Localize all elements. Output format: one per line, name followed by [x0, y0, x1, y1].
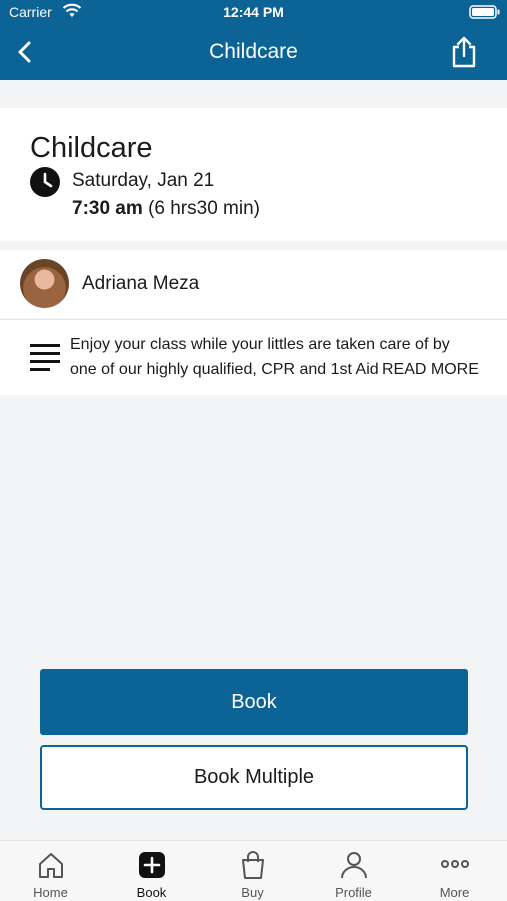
book-button[interactable]: Book — [40, 669, 468, 735]
tab-home-label: Home — [33, 885, 68, 900]
shopping-bag-icon — [242, 851, 264, 879]
instructor-name: Adriana Meza — [82, 273, 200, 294]
event-card: Childcare Saturday, Jan 21 7:30 am (6 hr… — [0, 108, 507, 241]
more-dots-icon — [441, 860, 469, 868]
instructor-row[interactable]: Adriana Meza — [0, 250, 507, 318]
tab-book[interactable]: Book — [101, 841, 202, 901]
read-more-link[interactable]: READ MORE — [380, 357, 479, 382]
event-date: Saturday, Jan 21 — [72, 170, 215, 191]
event-start-time: 7:30 am — [72, 198, 143, 219]
nav-bar: Childcare — [0, 24, 507, 80]
tab-book-label: Book — [136, 885, 167, 900]
avatar — [20, 259, 69, 308]
tab-home[interactable]: Home — [0, 841, 101, 901]
status-bar: Carrier 12:44 PM — [0, 0, 507, 24]
tab-more[interactable]: More — [404, 841, 505, 901]
share-icon[interactable] — [449, 36, 479, 68]
nav-title: Childcare — [209, 40, 298, 63]
event-title: Childcare — [30, 132, 153, 164]
clock-icon — [30, 167, 60, 197]
description-lines-icon — [30, 344, 60, 371]
event-duration: (6 hrs30 min) — [148, 198, 260, 219]
clock-time: 12:44 PM — [223, 4, 284, 20]
plus-square-icon — [139, 852, 165, 878]
tab-bar: Home Book Buy Profile More — [0, 840, 507, 901]
tab-profile-label: Profile — [335, 885, 372, 900]
description-row: Enjoy your class while your littles are … — [0, 319, 507, 395]
home-icon — [39, 853, 63, 878]
person-icon — [341, 852, 367, 879]
tab-profile[interactable]: Profile — [303, 841, 404, 901]
event-time: 7:30 am (6 hrs30 min) — [72, 198, 260, 220]
book-multiple-button[interactable]: Book Multiple — [40, 745, 468, 810]
tab-buy[interactable]: Buy — [202, 841, 303, 901]
tab-more-label: More — [439, 885, 470, 900]
battery-icon — [469, 5, 500, 19]
tab-buy-label: Buy — [241, 885, 264, 900]
